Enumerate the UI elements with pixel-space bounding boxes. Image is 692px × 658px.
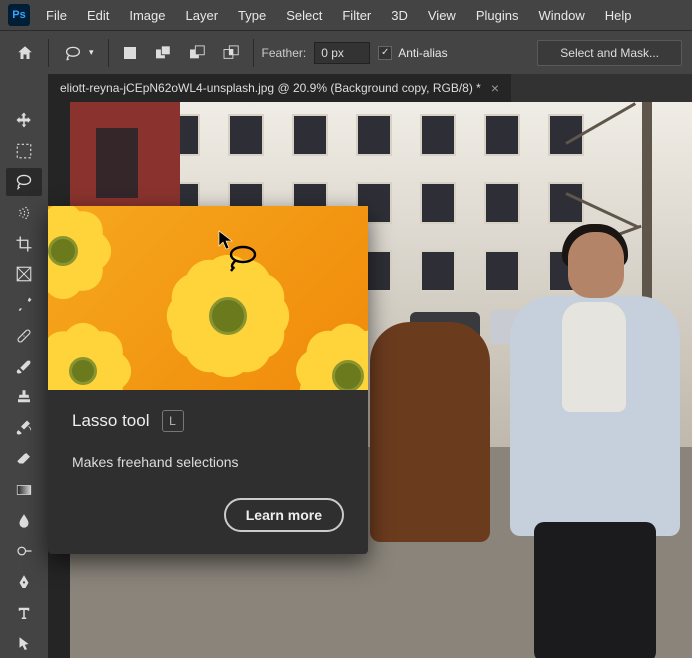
eyedropper-tool[interactable] <box>6 291 42 320</box>
intersect-icon <box>223 45 241 61</box>
chevron-down-icon: ▾ <box>89 47 94 58</box>
object-select-tool[interactable] <box>6 198 42 227</box>
feather-label: Feather: <box>262 46 307 60</box>
menu-3d[interactable]: 3D <box>381 2 418 29</box>
subtract-selection-button[interactable] <box>185 42 211 64</box>
lasso-icon <box>63 45 83 61</box>
marquee-icon <box>15 142 33 160</box>
menu-image[interactable]: Image <box>119 2 175 29</box>
subtract-icon <box>189 45 207 61</box>
tooltip-shortcut: L <box>162 410 184 432</box>
tooltip-description: Makes freehand selections <box>72 454 344 470</box>
path-select-tool[interactable] <box>6 629 42 658</box>
menu-layer[interactable]: Layer <box>176 2 229 29</box>
select-and-mask-button[interactable]: Select and Mask... <box>537 40 682 66</box>
menu-edit[interactable]: Edit <box>77 2 119 29</box>
brush-tool[interactable] <box>6 352 42 381</box>
menu-type[interactable]: Type <box>228 2 276 29</box>
menu-plugins[interactable]: Plugins <box>466 2 529 29</box>
divider <box>253 39 254 67</box>
type-tool[interactable] <box>6 599 42 628</box>
dodge-tool[interactable] <box>6 537 42 566</box>
tooltip-preview-image <box>48 206 368 390</box>
eyedropper-icon <box>15 296 33 314</box>
options-bar: ▾ Feather: ✓ Anti-alias Select and Mask.… <box>0 30 692 74</box>
new-selection-button[interactable] <box>117 42 143 64</box>
menu-bar: Ps File Edit Image Layer Type Select Fil… <box>0 0 692 30</box>
dodge-icon <box>15 542 33 560</box>
lasso-icon <box>14 173 34 191</box>
move-icon <box>15 111 33 129</box>
add-selection-button[interactable] <box>151 42 177 64</box>
tooltip-title: Lasso tool <box>72 411 150 431</box>
marquee-tool[interactable] <box>6 137 42 166</box>
add-icon <box>155 45 173 61</box>
cursor-preview-icon <box>218 230 234 250</box>
arrow-icon <box>15 635 33 653</box>
divider <box>108 39 109 67</box>
home-button[interactable] <box>10 39 40 67</box>
menu-filter[interactable]: Filter <box>332 2 381 29</box>
crop-icon <box>15 235 33 253</box>
history-brush-icon <box>15 419 33 437</box>
brush-icon <box>15 358 33 376</box>
antialias-label: Anti-alias <box>398 46 447 60</box>
document-tab-bar: eliott-reyna-jCEpN62oWL4-unsplash.jpg @ … <box>48 74 692 102</box>
clone-tool[interactable] <box>6 383 42 412</box>
eraser-tool[interactable] <box>6 445 42 474</box>
intersect-selection-button[interactable] <box>219 42 245 64</box>
tool-panel <box>0 74 48 658</box>
divider <box>48 39 49 67</box>
droplet-icon <box>15 512 33 530</box>
menu-select[interactable]: Select <box>276 2 332 29</box>
pen-icon <box>15 573 33 591</box>
tool-preset-picker[interactable]: ▾ <box>57 43 100 63</box>
move-tool[interactable] <box>6 106 42 135</box>
stamp-icon <box>15 388 33 406</box>
square-icon <box>122 45 138 61</box>
lasso-tool[interactable] <box>6 168 42 197</box>
menu-window[interactable]: Window <box>528 2 594 29</box>
photoshop-logo-icon: Ps <box>8 4 30 26</box>
frame-tool[interactable] <box>6 260 42 289</box>
history-brush-tool[interactable] <box>6 414 42 443</box>
checkbox-icon: ✓ <box>378 46 392 60</box>
pen-tool[interactable] <box>6 568 42 597</box>
healing-tool[interactable] <box>6 321 42 350</box>
menu-view[interactable]: View <box>418 2 466 29</box>
frame-icon <box>15 265 33 283</box>
feather-input[interactable] <box>314 42 370 64</box>
tab-title: eliott-reyna-jCEpN62oWL4-unsplash.jpg @ … <box>60 81 481 95</box>
bandage-icon <box>15 327 33 345</box>
menu-file[interactable]: File <box>36 2 77 29</box>
type-icon <box>15 604 33 622</box>
home-icon <box>16 44 34 62</box>
wand-icon <box>15 204 33 222</box>
gradient-tool[interactable] <box>6 475 42 504</box>
antialias-checkbox[interactable]: ✓ Anti-alias <box>378 46 447 60</box>
crop-tool[interactable] <box>6 229 42 258</box>
close-icon[interactable]: × <box>491 80 499 96</box>
menu-help[interactable]: Help <box>595 2 642 29</box>
eraser-icon <box>15 450 33 468</box>
document-tab[interactable]: eliott-reyna-jCEpN62oWL4-unsplash.jpg @ … <box>48 74 511 102</box>
blur-tool[interactable] <box>6 506 42 535</box>
gradient-icon <box>15 481 33 499</box>
tool-tooltip: Lasso tool L Makes freehand selections L… <box>48 206 368 554</box>
learn-more-button[interactable]: Learn more <box>224 498 344 532</box>
